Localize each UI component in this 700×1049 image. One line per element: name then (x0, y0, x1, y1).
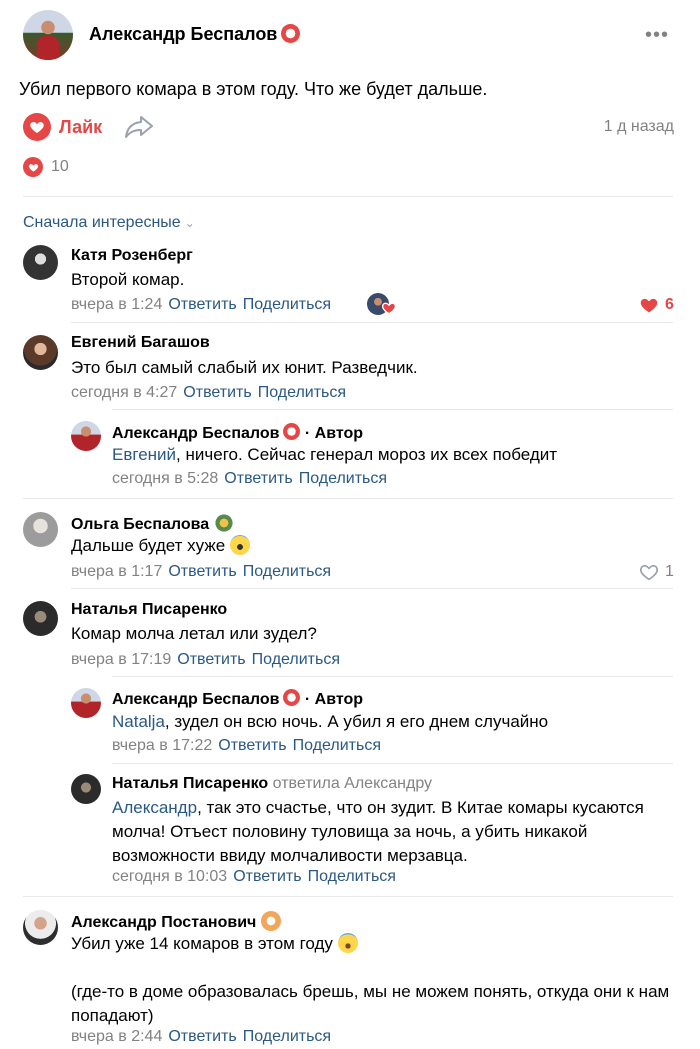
replied-to-label[interactable]: ответила Александру (273, 775, 432, 792)
share-button[interactable]: Поделиться (252, 651, 340, 668)
comment-like-count: 6 (665, 296, 674, 313)
comment-meta: вчера в 17:22 Ответить Поделиться (112, 737, 381, 755)
reply-button[interactable]: Ответить (224, 470, 292, 487)
post-text: Убил первого комара в этом году. Что же … (19, 79, 488, 99)
avatar[interactable] (71, 688, 101, 718)
share-button[interactable]: Поделиться (308, 868, 396, 885)
avatar[interactable] (23, 512, 58, 547)
liked-by-avatars[interactable] (367, 293, 397, 317)
author-tag: · Автор (304, 425, 364, 442)
comment-like-button[interactable]: 1 (639, 563, 674, 581)
comment-author[interactable]: Александр Постанович (71, 911, 281, 932)
share-button[interactable]: Поделиться (258, 384, 346, 401)
divider (71, 322, 673, 323)
comment-author[interactable]: Наталья Писаренко (71, 601, 227, 619)
divider (112, 409, 673, 410)
pretzel-badge-icon (260, 911, 281, 931)
chevron-down-icon: ⌄ (184, 216, 195, 230)
comment-meta: вчера в 2:44 Ответить Поделиться (71, 1028, 331, 1046)
heart-icon (23, 113, 51, 141)
mention-link[interactable]: Natalja (112, 712, 165, 731)
scared-emoji-icon (229, 535, 250, 555)
like-label: Лайк (59, 116, 103, 137)
avatar[interactable] (23, 245, 58, 280)
post-author-avatar[interactable] (23, 10, 73, 60)
crying-emoji-icon (337, 933, 358, 953)
comment-time[interactable]: вчера в 1:17 (71, 563, 162, 580)
reply-button[interactable]: Ответить (218, 737, 286, 754)
heart-icon (23, 157, 43, 177)
comment-time[interactable]: вчера в 2:44 (71, 1028, 162, 1045)
comment-author[interactable]: Ольга Беспалова (71, 513, 234, 534)
comment-text: Александр, так это счастье, что он зудит… (112, 798, 644, 865)
comment-meta: вчера в 17:19 Ответить Поделиться (71, 651, 340, 669)
comment-meta: вчера в 1:17 Ответить Поделиться (71, 563, 331, 581)
share-icon[interactable] (124, 114, 154, 140)
reply-button[interactable]: Ответить (168, 296, 236, 313)
reply-button[interactable]: Ответить (168, 1028, 236, 1045)
post-author-name[interactable]: Александр Беспалов (89, 24, 301, 45)
comment-meta: сегодня в 5:28 Ответить Поделиться (112, 470, 387, 488)
comment-time[interactable]: вчера в 1:24 (71, 296, 162, 313)
comment-text: Второй комар. (71, 270, 185, 289)
reply-button[interactable]: Ответить (183, 384, 251, 401)
comment-text: Natalja, зудел он всю ночь. А убил я его… (112, 712, 549, 731)
heart-icon (640, 298, 658, 313)
comments-sort-dropdown[interactable]: Сначала интересные ⌄ (23, 214, 195, 232)
divider (112, 676, 673, 677)
comment-meta: вчера в 1:24 Ответить Поделиться (71, 296, 331, 314)
comment-time[interactable]: вчера в 17:22 (112, 737, 212, 754)
share-button[interactable]: Поделиться (243, 563, 331, 580)
author-tag: · Автор (304, 691, 364, 708)
comment-time[interactable]: сегодня в 10:03 (112, 868, 227, 885)
comment-like-button[interactable]: 6 (639, 296, 674, 314)
heart-outline-icon (639, 565, 659, 581)
comment-text: Убил уже 14 комаров в этом году (где-то … (71, 933, 670, 1025)
comment-text: Евгений, ничего. Сейчас генерал мороз их… (112, 445, 558, 464)
reply-button[interactable]: Ответить (177, 651, 245, 668)
share-button[interactable]: Поделиться (293, 737, 381, 754)
divider (23, 896, 673, 897)
divider (71, 588, 673, 589)
share-button[interactable]: Поделиться (299, 470, 387, 487)
avatar[interactable] (23, 601, 58, 636)
likes-count: 10 (51, 158, 69, 175)
post-timestamp[interactable]: 1 д назад (604, 118, 674, 136)
avatar[interactable] (23, 335, 58, 370)
comment-time[interactable]: сегодня в 5:28 (112, 470, 218, 487)
divider (112, 763, 673, 764)
flower-badge-icon (213, 513, 234, 533)
avatar[interactable] (71, 421, 101, 451)
like-button[interactable]: Лайк (23, 113, 102, 141)
share-button[interactable]: Поделиться (243, 1028, 331, 1045)
avatar[interactable] (23, 910, 58, 945)
comment-time[interactable]: вчера в 17:19 (71, 651, 171, 668)
comment-author[interactable]: Евгений Багашов (71, 334, 210, 352)
comment-author[interactable]: Наталья Писаренко ответила Александру (112, 775, 432, 793)
comment-text: Это был самый слабый их юнит. Разведчик. (71, 358, 418, 377)
reply-button[interactable]: Ответить (168, 563, 236, 580)
share-button[interactable]: Поделиться (243, 296, 331, 313)
divider (23, 498, 673, 499)
comment-like-count: 1 (665, 563, 674, 580)
mention-link[interactable]: Евгений (112, 445, 176, 464)
comment-author[interactable]: Александр Беспалов · Автор (112, 689, 363, 709)
more-options-icon[interactable]: ••• (645, 25, 671, 45)
post-likes-summary[interactable]: 10 (23, 157, 69, 177)
comment-meta: сегодня в 4:27 Ответить Поделиться (71, 384, 346, 402)
comment-author[interactable]: Катя Розенберг (71, 247, 193, 265)
comment-meta: сегодня в 10:03 Ответить Поделиться (112, 868, 396, 886)
avatar[interactable] (71, 774, 101, 804)
comment-time[interactable]: сегодня в 4:27 (71, 384, 177, 401)
prize-badge-icon (281, 24, 301, 43)
prize-badge-icon (283, 689, 301, 706)
prize-badge-icon (283, 423, 301, 440)
comment-text: Комар молча летал или зудел? (71, 624, 317, 643)
comment-author[interactable]: Александр Беспалов · Автор (112, 423, 363, 443)
mention-link[interactable]: Александр (112, 798, 197, 817)
comment-text: Дальше будет хуже (71, 534, 250, 558)
reply-button[interactable]: Ответить (233, 868, 301, 885)
divider (23, 196, 673, 197)
